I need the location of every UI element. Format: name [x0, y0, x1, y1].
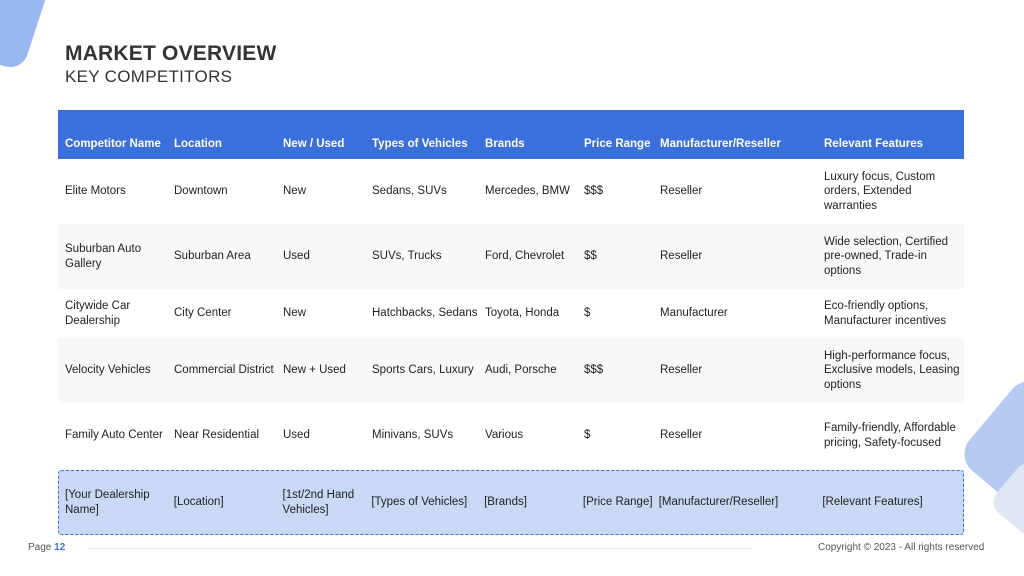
cell-location: Near Residential [174, 429, 260, 442]
header-location: Location [174, 137, 222, 150]
page-label: Page [28, 542, 52, 553]
cell-price-range: $$ [584, 250, 597, 263]
cell-brands: Audi, Porsche [485, 364, 557, 377]
placeholder-brands[interactable]: [Brands] [478, 495, 577, 510]
cell-manufacturer-reseller: Reseller [660, 364, 703, 377]
slide-subtitle: KEY COMPETITORS [65, 67, 233, 86]
cell-price-range: $$$ [584, 364, 604, 377]
cell-new-used: New [283, 185, 307, 198]
cell-competitor-name: Citywide Car Dealership [65, 300, 131, 327]
cell-brands: Mercedes, BMW [485, 185, 570, 198]
header-relevant-features: Relevant Features [824, 137, 924, 150]
cell-competitor-name: Family Auto Center [65, 429, 163, 442]
table-row: Elite Motors Downtown New Sedans, SUVs M… [58, 159, 964, 224]
placeholder-manufacturer-reseller[interactable]: [Manufacturer/Reseller] [653, 495, 817, 510]
placeholder-dealership-name[interactable]: [Your Dealership Name] [59, 488, 168, 517]
page-indicator: Page 12 [28, 542, 65, 553]
table-row: Velocity Vehicles Commercial District Ne… [58, 338, 964, 403]
cell-price-range: $ [584, 429, 591, 442]
cell-price-range: $$$ [584, 185, 604, 198]
cell-manufacturer-reseller: Reseller [660, 185, 703, 198]
cell-new-used: New [283, 307, 307, 320]
cell-location: City Center [174, 307, 232, 320]
decorative-shape-top-left [0, 0, 51, 72]
cell-relevant-features: High-performance focus, Exclusive models… [824, 349, 960, 391]
cell-types-of-vehicles: Sedans, SUVs [372, 185, 447, 198]
cell-new-used: New + Used [283, 364, 346, 377]
cell-manufacturer-reseller: Reseller [660, 250, 703, 263]
cell-relevant-features: Wide selection, Certified pre-owned, Tra… [824, 235, 948, 277]
cell-brands: Ford, Chevrolet [485, 250, 565, 263]
cell-manufacturer-reseller: Manufacturer [660, 307, 728, 320]
cell-new-used: Used [283, 250, 310, 263]
cell-price-range: $ [584, 307, 591, 320]
cell-competitor-name: Velocity Vehicles [65, 364, 151, 377]
placeholder-row-your-dealership[interactable]: [Your Dealership Name] [Location] [1st/2… [58, 470, 964, 535]
cell-types-of-vehicles: Sports Cars, Luxury [372, 364, 474, 377]
cell-manufacturer-reseller: Reseller [660, 429, 703, 442]
cell-relevant-features: Eco-friendly options, Manufacturer incen… [824, 300, 947, 327]
cell-competitor-name: Elite Motors [65, 185, 126, 198]
table-header-row: Competitor Name Location New / Used Type… [58, 110, 964, 159]
cell-types-of-vehicles: Minivans, SUVs [372, 429, 454, 442]
competitors-table: Competitor Name Location New / Used Type… [58, 110, 964, 535]
footer-divider [88, 548, 752, 549]
placeholder-relevant-features[interactable]: [Relevant Features] [816, 495, 963, 510]
table-row: Family Auto Center Near Residential Used… [58, 403, 964, 468]
cell-types-of-vehicles: SUVs, Trucks [372, 250, 442, 263]
cell-location: Commercial District [174, 364, 274, 377]
cell-location: Suburban Area [174, 250, 251, 263]
header-types-of-vehicles: Types of Vehicles [372, 137, 468, 150]
cell-new-used: Used [283, 429, 310, 442]
cell-types-of-vehicles: Hatchbacks, Sedans [372, 307, 478, 320]
cell-brands: Various [485, 429, 524, 442]
copyright-text: Copyright © 2023 - All rights reserved [818, 542, 985, 553]
cell-location: Downtown [174, 185, 228, 198]
header-competitor-name: Competitor Name [65, 137, 161, 150]
header-new-used: New / Used [283, 137, 345, 150]
page-number: 12 [54, 542, 66, 553]
cell-competitor-name: Suburban Auto Gallery [65, 243, 142, 270]
header-price-range: Price Range [584, 137, 651, 150]
placeholder-new-used[interactable]: [1st/2nd Hand Vehicles] [277, 488, 366, 517]
cell-brands: Toyota, Honda [485, 307, 560, 320]
table-row: Suburban Auto Gallery Suburban Area Used… [58, 224, 964, 289]
header-manufacturer-reseller: Manufacturer/Reseller [660, 137, 781, 150]
cell-relevant-features: Family-friendly, Affordable pricing, Saf… [824, 422, 956, 449]
placeholder-price-range[interactable]: [Price Range] [577, 495, 653, 510]
table-row: Citywide Car Dealership City Center New … [58, 289, 964, 338]
placeholder-types-of-vehicles[interactable]: [Types of Vehicles] [365, 495, 478, 510]
cell-relevant-features: Luxury focus, Custom orders, Extended wa… [824, 170, 936, 212]
placeholder-location[interactable]: [Location] [168, 495, 277, 510]
slide-title: MARKET OVERVIEW [65, 42, 277, 65]
header-brands: Brands [485, 137, 525, 150]
